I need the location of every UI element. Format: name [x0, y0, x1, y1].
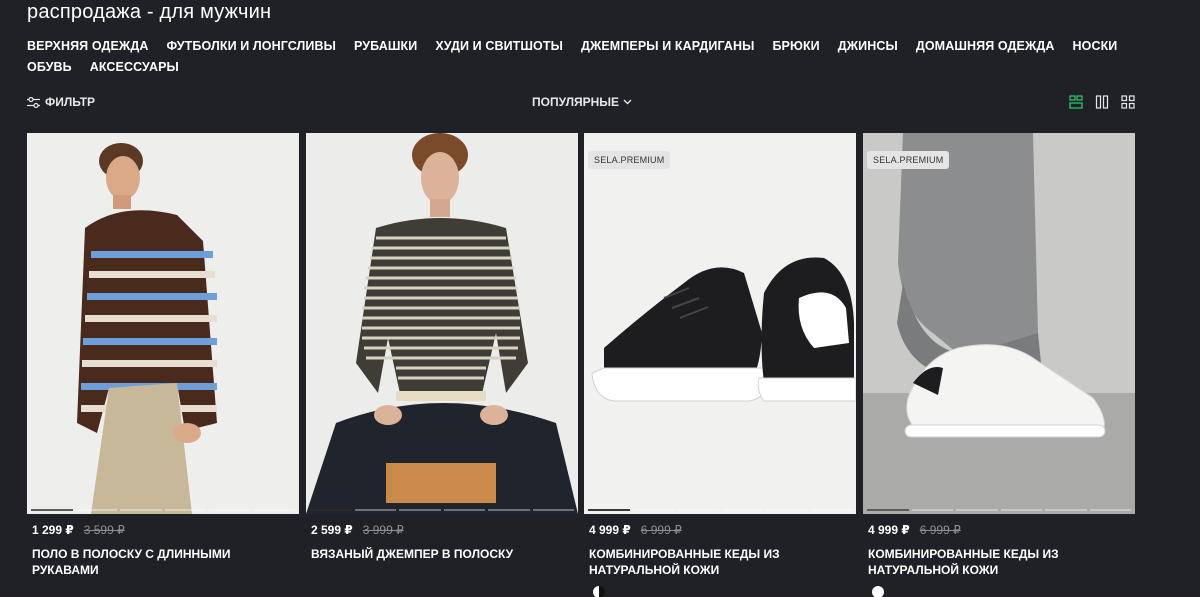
product-name[interactable]: КОМБИНИРОВАННЫЕ КЕДЫ ИЗ НАТУРАЛЬНОЙ КОЖИ — [868, 546, 1118, 578]
image-carousel-indicator — [31, 509, 295, 511]
old-price: 6 999 ₽ — [640, 523, 682, 537]
product-card[interactable]: 1 299 ₽ 3 599 ₽ ПОЛО В ПОЛОСКУ С ДЛИННЫМ… — [27, 133, 299, 597]
product-card[interactable]: 2 599 ₽ 3 999 ₽ ВЯЗАНЫЙ ДЖЕМПЕР В ПОЛОСК… — [306, 133, 578, 597]
category-tshirts[interactable]: ФУТБОЛКИ И ЛОНГСЛИВЫ — [166, 39, 336, 53]
product-image[interactable] — [306, 133, 578, 514]
brand-badge: SELA.PREMIUM — [588, 151, 671, 169]
category-row-1: ВЕРХНЯЯ ОДЕЖДА ФУТБОЛКИ И ЛОНГСЛИВЫ РУБА… — [27, 35, 1127, 56]
grid-4-icon[interactable] — [1121, 95, 1135, 109]
product-grid: 1 299 ₽ 3 599 ₽ ПОЛО В ПОЛОСКУ С ДЛИННЫМ… — [27, 133, 1135, 597]
category-jeans[interactable]: ДЖИНСЫ — [838, 39, 898, 53]
product-card[interactable]: SELA.PREMIUM 4 999 ₽ 6 999 ₽ КОМБИНИРОВА… — [863, 133, 1135, 597]
category-jumpers[interactable]: ДЖЕМПЕРЫ И КАРДИГАНЫ — [581, 39, 754, 53]
filter-label: ФИЛЬТР — [45, 95, 96, 109]
product-name[interactable]: ПОЛО В ПОЛОСКУ С ДЛИННЫМИ РУКАВАМИ — [32, 546, 282, 578]
price-block: 4 999 ₽ 6 999 ₽ — [868, 523, 961, 537]
page-title: распродажа - для мужчин — [27, 1, 272, 23]
image-carousel-indicator — [588, 509, 852, 511]
price-block: 1 299 ₽ 3 599 ₽ — [32, 523, 125, 537]
current-price: 1 299 ₽ — [32, 523, 74, 537]
brand-badge: SELA.PREMIUM — [867, 151, 950, 169]
image-carousel-indicator — [867, 509, 1131, 511]
category-accessories[interactable]: АКСЕССУАРЫ — [90, 60, 179, 74]
product-name[interactable]: ВЯЗАНЫЙ ДЖЕМПЕР В ПОЛОСКУ — [311, 546, 561, 562]
image-carousel-indicator — [310, 509, 574, 511]
category-row-2: ОБУВЬ АКСЕССУАРЫ — [27, 56, 1127, 77]
grid-2-columns-icon[interactable] — [1095, 95, 1109, 109]
current-price: 4 999 ₽ — [868, 523, 910, 537]
old-price: 6 999 ₽ — [919, 523, 961, 537]
category-outerwear[interactable]: ВЕРХНЯЯ ОДЕЖДА — [27, 39, 148, 53]
category-socks[interactable]: НОСКИ — [1073, 39, 1118, 53]
category-homewear[interactable]: ДОМАШНЯЯ ОДЕЖДА — [916, 39, 1055, 53]
view-switch — [1069, 95, 1135, 109]
price-block: 2 599 ₽ 3 999 ₽ — [311, 523, 404, 537]
category-nav: ВЕРХНЯЯ ОДЕЖДА ФУТБОЛКИ И ЛОНГСЛИВЫ РУБА… — [27, 35, 1127, 77]
current-price: 4 999 ₽ — [589, 523, 631, 537]
price-block: 4 999 ₽ 6 999 ₽ — [589, 523, 682, 537]
color-swatch[interactable] — [593, 586, 605, 597]
sort-label: ПОПУЛЯРНЫЕ — [532, 95, 620, 109]
current-price: 2 599 ₽ — [311, 523, 353, 537]
old-price: 3 999 ₽ — [362, 523, 404, 537]
product-image[interactable]: SELA.PREMIUM — [863, 133, 1135, 514]
sort-dropdown[interactable]: ПОПУЛЯРНЫЕ — [532, 95, 632, 109]
category-shirts[interactable]: РУБАШКИ — [354, 39, 417, 53]
product-name[interactable]: КОМБИНИРОВАННЫЕ КЕДЫ ИЗ НАТУРАЛЬНОЙ КОЖИ — [589, 546, 839, 578]
color-swatch[interactable] — [872, 586, 884, 597]
toolbar: ФИЛЬТР ПОПУЛЯРНЫЕ — [27, 95, 1135, 115]
chevron-down-icon — [623, 99, 632, 105]
grid-2-large-icon[interactable] — [1069, 95, 1083, 109]
category-shoes[interactable]: ОБУВЬ — [27, 60, 72, 74]
filter-sliders-icon — [27, 96, 40, 108]
product-image[interactable] — [27, 133, 299, 514]
category-hoodies[interactable]: ХУДИ И СВИТШОТЫ — [435, 39, 563, 53]
filter-button[interactable]: ФИЛЬТР — [27, 95, 95, 109]
product-card[interactable]: SELA.PREMIUM 4 999 ₽ 6 999 ₽ КОМБИНИРОВА… — [584, 133, 856, 597]
category-trousers[interactable]: БРЮКИ — [772, 39, 819, 53]
old-price: 3 599 ₽ — [83, 523, 125, 537]
product-image[interactable]: SELA.PREMIUM — [584, 133, 856, 514]
